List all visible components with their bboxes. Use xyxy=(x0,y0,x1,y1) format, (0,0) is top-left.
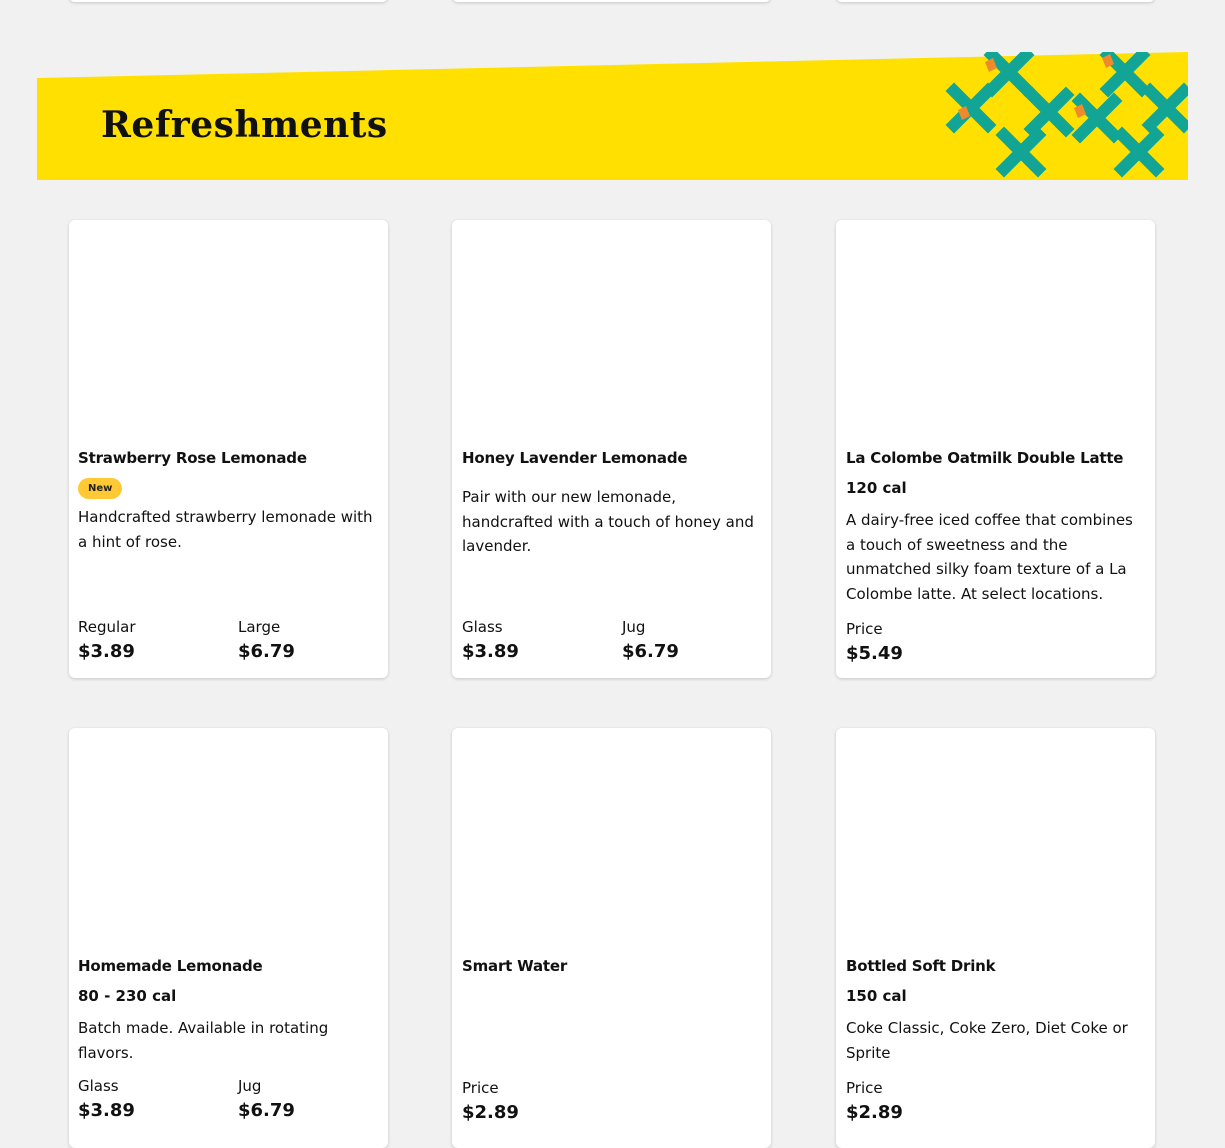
item-description: Handcrafted strawberry lemonade with a h… xyxy=(78,508,373,551)
price-value: $2.89 xyxy=(846,1102,903,1123)
menu-item-card[interactable]: Homemade Lemonade 80 - 230 cal Batch mad… xyxy=(69,728,388,1148)
price-value: $6.79 xyxy=(238,1100,295,1121)
price-label: Jug xyxy=(622,618,646,636)
menu-item-card[interactable]: Strawberry Rose Lemonade New Handcrafted… xyxy=(69,220,388,678)
item-name: Smart Water xyxy=(462,957,568,975)
item-description: Batch made. Available in rotating flavor… xyxy=(78,1019,329,1062)
item-description: Pair with our new lemonade, handcrafted … xyxy=(462,488,754,555)
item-description: A dairy-free iced coffee that combines a… xyxy=(846,511,1133,603)
price-label: Regular xyxy=(78,618,136,636)
previous-card-edge xyxy=(69,0,388,2)
menu-item-card[interactable]: La Colombe Oatmilk Double Latte 120 cal … xyxy=(836,220,1155,678)
price-label: Price xyxy=(846,620,883,638)
price-label: Glass xyxy=(78,1077,119,1095)
price-value: $6.79 xyxy=(238,641,295,662)
item-calories: 150 cal xyxy=(846,987,907,1005)
price-label: Jug xyxy=(238,1077,262,1095)
item-calories: 120 cal xyxy=(846,479,907,497)
price-label: Price xyxy=(846,1079,883,1097)
new-badge: New xyxy=(78,478,123,499)
item-name: Honey Lavender Lemonade xyxy=(462,449,688,467)
section-title: Refreshments xyxy=(101,104,388,146)
item-name: La Colombe Oatmilk Double Latte xyxy=(846,449,1124,467)
menu-item-card[interactable]: Honey Lavender Lemonade Pair with our ne… xyxy=(452,220,771,678)
previous-card-edge xyxy=(836,0,1155,2)
item-name: Bottled Soft Drink xyxy=(846,957,996,975)
previous-card-edge xyxy=(452,0,771,2)
item-name: Strawberry Rose Lemonade xyxy=(78,449,307,467)
price-value: $3.89 xyxy=(462,641,519,662)
price-value: $5.49 xyxy=(846,643,903,664)
item-name: Homemade Lemonade xyxy=(78,957,263,975)
item-description: Coke Classic, Coke Zero, Diet Coke or Sp… xyxy=(846,1019,1128,1062)
price-value: $3.89 xyxy=(78,1100,135,1121)
item-calories: 80 - 230 cal xyxy=(78,987,177,1005)
price-label: Price xyxy=(462,1079,499,1097)
price-value: $3.89 xyxy=(78,641,135,662)
price-value: $2.89 xyxy=(462,1102,519,1123)
menu-item-card[interactable]: Bottled Soft Drink 150 cal Coke Classic,… xyxy=(836,728,1155,1148)
price-value: $6.79 xyxy=(622,641,679,662)
menu-item-card[interactable]: Smart Water Price $2.89 xyxy=(452,728,771,1148)
price-label: Glass xyxy=(462,618,503,636)
price-label: Large xyxy=(238,618,281,636)
